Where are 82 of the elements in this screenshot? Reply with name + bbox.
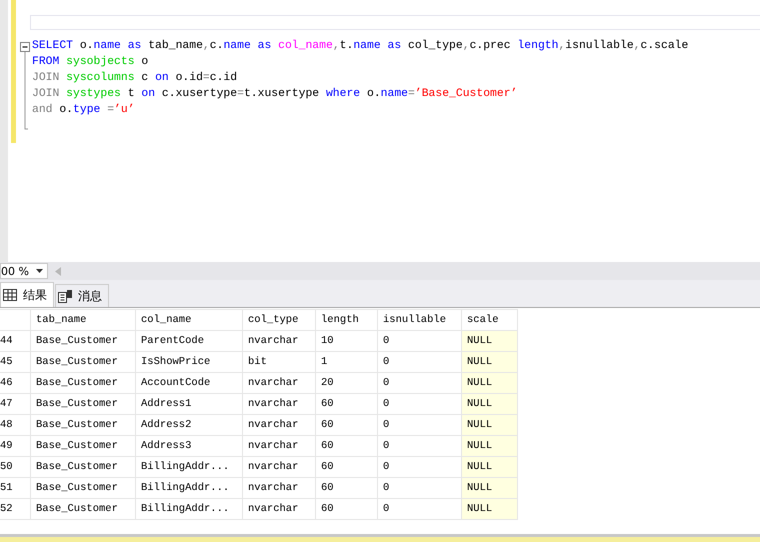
- code-line: FROM sysobjects o: [32, 54, 150, 70]
- table-cell: AccountCode: [136, 372, 242, 394]
- column-header[interactable]: length: [316, 310, 378, 330]
- table-cell: Base_Customer: [30, 498, 136, 520]
- table-cell: NULL: [462, 478, 518, 498]
- table-cell: Base_Customer: [30, 352, 136, 372]
- table-cell: 0: [378, 414, 462, 436]
- column-header[interactable]: scale: [462, 310, 518, 330]
- table-cell: Base_Customer: [30, 394, 136, 414]
- table-cell: BillingAddr...: [136, 456, 242, 478]
- row-number: 48: [0, 414, 30, 436]
- table-cell: Address1: [136, 394, 242, 414]
- table-cell: 1: [316, 352, 378, 372]
- zoom-dropdown[interactable]: 00 %: [0, 263, 48, 279]
- table-cell: Base_Customer: [30, 372, 136, 394]
- table-cell: 60: [316, 436, 378, 456]
- table-cell: 0: [378, 330, 462, 352]
- table-cell: 60: [316, 394, 378, 414]
- results-tab[interactable]: 消息: [55, 284, 109, 307]
- table-cell: BillingAddr...: [136, 498, 242, 520]
- table-cell: Address3: [136, 436, 242, 456]
- table-cell: Base_Customer: [30, 478, 136, 498]
- table-cell: 60: [316, 498, 378, 520]
- document-icon: [58, 290, 72, 302]
- column-header[interactable]: col_name: [136, 310, 242, 330]
- table-cell: nvarchar: [242, 330, 316, 352]
- table-cell: nvarchar: [242, 456, 316, 478]
- table-cell: nvarchar: [242, 436, 316, 456]
- table-cell: bit: [242, 352, 316, 372]
- results-tab[interactable]: 结果: [0, 282, 54, 307]
- table-cell: 60: [316, 414, 378, 436]
- table-cell: NULL: [462, 414, 518, 436]
- table-cell: ParentCode: [136, 330, 242, 352]
- table-cell: 0: [378, 478, 462, 498]
- table-cell: BillingAddr...: [136, 478, 242, 498]
- table-cell: 0: [378, 498, 462, 520]
- grid-icon: [3, 289, 17, 301]
- table-cell: 60: [316, 478, 378, 498]
- table-cell: Address2: [136, 414, 242, 436]
- row-number: 45: [0, 352, 30, 372]
- column-header[interactable]: isnullable: [378, 310, 462, 330]
- table-cell: IsShowPrice: [136, 352, 242, 372]
- caret-icon: [36, 269, 43, 273]
- code-line: SELECT o.name as tab_name,c.name as col_name,t.name as col_type,c.prec length,isnullable,c.scale: [32, 38, 688, 54]
- table-cell: Base_Customer: [30, 330, 136, 352]
- table-cell: 10: [316, 330, 378, 352]
- table-cell: 0: [378, 436, 462, 456]
- table-cell: nvarchar: [242, 478, 316, 498]
- row-number: 44: [0, 330, 30, 352]
- row-number: 47: [0, 394, 30, 414]
- row-number: 52: [0, 498, 30, 520]
- table-cell: 0: [378, 352, 462, 372]
- table-cell: NULL: [462, 456, 518, 478]
- column-header[interactable]: tab_name: [30, 310, 136, 330]
- table-cell: NULL: [462, 394, 518, 414]
- table-cell: NULL: [462, 352, 518, 372]
- table-cell: 0: [378, 456, 462, 478]
- table-cell: nvarchar: [242, 498, 316, 520]
- table-cell: NULL: [462, 498, 518, 520]
- scroll-left-icon[interactable]: [55, 266, 61, 276]
- table-cell: Base_Customer: [30, 456, 136, 478]
- table-cell: Base_Customer: [30, 436, 136, 456]
- table-cell: 0: [378, 372, 462, 394]
- code-line: JOIN syscolumns c on o.id=c.id: [32, 70, 238, 86]
- row-number: 46: [0, 372, 30, 394]
- collapse-outline-icon: [19, 41, 31, 131]
- table-cell: 60: [316, 456, 378, 478]
- table-cell: NULL: [462, 372, 518, 394]
- code-line: JOIN systypes t on c.xusertype=t.xusertype where o.name=’Base_Customer’: [32, 86, 518, 102]
- code-line: and o.type =’u’: [32, 102, 136, 118]
- table-cell: nvarchar: [242, 372, 316, 394]
- row-number: 50: [0, 456, 30, 478]
- table-cell: Base_Customer: [30, 414, 136, 436]
- table-cell: nvarchar: [242, 414, 316, 436]
- table-cell: 20: [316, 372, 378, 394]
- table-cell: NULL: [462, 330, 518, 352]
- row-number: 49: [0, 436, 30, 456]
- row-number: 51: [0, 478, 30, 498]
- table-cell: nvarchar: [242, 394, 316, 414]
- column-header[interactable]: col_type: [242, 310, 316, 330]
- table-cell: 0: [378, 394, 462, 414]
- table-cell: NULL: [462, 436, 518, 456]
